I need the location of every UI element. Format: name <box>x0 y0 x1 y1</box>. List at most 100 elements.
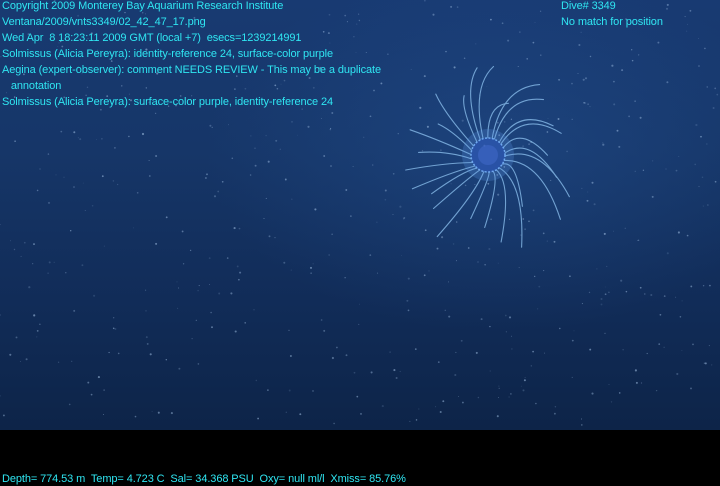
snow-particle <box>218 292 221 295</box>
snow-particle <box>47 153 50 155</box>
snow-particle <box>149 353 152 356</box>
snow-particle <box>477 396 480 399</box>
snow-particle <box>70 230 72 232</box>
snow-particle <box>698 185 700 188</box>
snow-particle <box>709 284 711 287</box>
snow-particle <box>650 293 653 297</box>
snow-particle <box>414 348 417 350</box>
snow-particle <box>419 106 422 109</box>
snow-particle <box>2 414 5 417</box>
snow-particle <box>587 103 589 105</box>
snow-particle <box>392 172 395 175</box>
snow-particle <box>238 278 240 281</box>
snow-particle <box>635 381 638 384</box>
snow-particle <box>526 58 528 60</box>
snow-particle <box>445 50 447 53</box>
snow-particle <box>36 189 39 192</box>
snow-particle <box>706 143 708 145</box>
snow-particle <box>698 38 699 40</box>
snow-particle <box>571 339 574 342</box>
snow-particle <box>681 300 683 302</box>
snow-particle <box>666 81 669 84</box>
snow-particle <box>698 65 700 67</box>
snow-particle <box>524 377 526 378</box>
snow-particle <box>448 315 451 318</box>
snow-particle <box>655 389 658 392</box>
snow-particle <box>553 240 556 243</box>
snow-particle <box>487 182 490 185</box>
header-overlay: Copyright 2009 Monterey Bay Aquarium Res… <box>2 0 381 110</box>
snow-particle <box>474 184 476 185</box>
snow-particle <box>63 176 65 178</box>
snow-particle <box>178 287 180 289</box>
snow-particle <box>702 205 704 207</box>
snow-particle <box>593 203 596 206</box>
snow-particle <box>581 303 583 305</box>
snow-particle <box>291 198 293 200</box>
snow-particle <box>448 281 449 283</box>
snow-particle <box>376 221 378 223</box>
snow-particle <box>387 53 389 56</box>
snow-particle <box>312 263 314 265</box>
snow-particle <box>441 236 444 239</box>
snow-particle <box>663 346 665 348</box>
snow-particle <box>708 345 710 347</box>
snow-particle <box>511 348 513 350</box>
snow-particle <box>501 22 504 25</box>
snow-particle <box>274 236 276 239</box>
snow-particle <box>33 314 36 317</box>
snow-particle <box>625 290 628 293</box>
snow-particle <box>307 125 310 128</box>
snow-particle <box>613 230 614 232</box>
snow-particle <box>39 323 41 325</box>
snow-particle <box>528 143 531 146</box>
snow-particle <box>467 247 470 249</box>
snow-particle <box>0 314 1 316</box>
snow-particle <box>155 154 158 158</box>
snow-particle <box>714 180 717 183</box>
snow-particle <box>128 135 130 138</box>
snow-particle <box>330 165 332 167</box>
snow-particle <box>176 281 178 283</box>
snow-particle <box>331 233 333 235</box>
snow-particle <box>15 336 18 339</box>
snow-particle <box>577 73 579 75</box>
snow-particle <box>439 410 442 414</box>
snow-particle <box>113 317 115 319</box>
snow-particle <box>356 395 359 398</box>
snow-particle <box>345 189 348 191</box>
snow-particle <box>707 204 709 206</box>
snow-particle <box>675 296 677 298</box>
snow-particle <box>507 39 510 42</box>
snow-particle <box>208 257 211 259</box>
snow-particle <box>36 336 38 338</box>
snow-particle <box>486 86 488 87</box>
snow-particle <box>581 187 583 189</box>
snow-particle <box>538 285 541 288</box>
snow-particle <box>455 351 457 353</box>
snow-particle <box>591 392 594 395</box>
snow-particle <box>407 277 410 280</box>
snow-particle <box>249 174 252 176</box>
snow-particle <box>604 332 606 335</box>
snow-particle <box>544 352 546 354</box>
snow-particle <box>638 54 640 56</box>
snow-particle <box>554 412 556 415</box>
snow-particle <box>36 330 39 332</box>
snow-particle <box>221 180 224 183</box>
snow-particle <box>197 363 200 365</box>
snow-particle <box>458 396 460 397</box>
snow-particle <box>496 415 499 418</box>
snow-particle <box>117 352 120 355</box>
snow-particle <box>634 170 636 172</box>
snow-particle <box>389 351 391 353</box>
snow-particle <box>634 100 636 102</box>
snow-particle <box>289 355 292 357</box>
snow-particle <box>47 272 49 274</box>
snow-particle <box>510 335 512 337</box>
snow-particle <box>532 350 534 353</box>
copyright-line: Copyright 2009 Monterey Bay Aquarium Res… <box>2 0 284 12</box>
snow-particle <box>535 402 537 405</box>
snow-particle <box>690 285 693 288</box>
snow-particle <box>461 401 464 404</box>
